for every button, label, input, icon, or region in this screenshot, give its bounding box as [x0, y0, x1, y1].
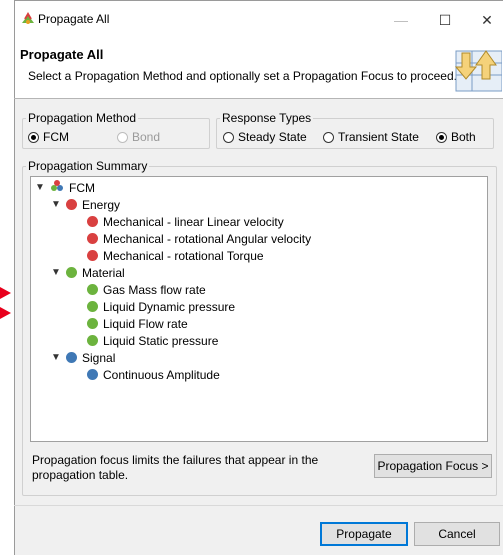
tree-node-signal[interactable]: ▼ Signal	[51, 349, 115, 366]
signal-dot-icon	[87, 369, 98, 380]
propagation-focus-button[interactable]: Propagation Focus >	[374, 454, 492, 478]
tree-item-label: Mechanical - rotational Torque	[103, 248, 264, 263]
propagate-button[interactable]: Propagate	[320, 522, 408, 546]
tree-item[interactable]: Mechanical - rotational Angular velocity	[87, 230, 311, 247]
chevron-down-icon[interactable]: ▼	[51, 267, 61, 278]
material-dot-icon	[87, 335, 98, 346]
app-logo-icon	[20, 11, 36, 30]
radio-selected-icon	[28, 131, 39, 143]
tree-item-label: Mechanical - linear Linear velocity	[103, 214, 284, 229]
tree-item-label: Liquid Static pressure	[103, 333, 219, 348]
method-bond-radio[interactable]: Bond	[117, 130, 160, 144]
response-both-radio[interactable]: Both	[436, 130, 476, 144]
tree-item[interactable]: Mechanical - linear Linear velocity	[87, 213, 284, 230]
response-steady-label: Steady State	[238, 130, 307, 144]
energy-dot-icon	[87, 233, 98, 244]
energy-dot-icon	[87, 250, 98, 261]
annotation-arrow	[0, 287, 11, 299]
method-bond-label: Bond	[132, 130, 161, 144]
cancel-button[interactable]: Cancel	[414, 522, 500, 546]
chevron-down-icon[interactable]: ▼	[35, 182, 45, 193]
focus-note-line: propagation table.	[32, 468, 129, 482]
tree-item-label: Liquid Flow rate	[103, 316, 188, 331]
tree-node-root[interactable]: ▼ FCM	[35, 179, 95, 196]
tree-group-label: Energy	[82, 197, 121, 212]
fcm-node-icon	[50, 180, 64, 195]
tree-node-material[interactable]: ▼ Material	[51, 264, 125, 281]
response-both-label: Both	[451, 130, 476, 144]
tree-item-label: Mechanical - rotational Angular velocity	[103, 231, 312, 246]
tree-item-label: Gas Mass flow rate	[103, 282, 206, 297]
response-types-legend: Response Types	[220, 111, 314, 125]
header-title: Propagate All	[20, 47, 104, 62]
tree-item-label: Liquid Dynamic pressure	[103, 299, 236, 314]
radio-unselected-icon	[117, 131, 128, 143]
propagation-summary-legend: Propagation Summary	[26, 159, 150, 173]
signal-dot-icon	[66, 352, 77, 363]
tree-item[interactable]: Gas Mass flow rate	[87, 281, 206, 298]
tree-item[interactable]: Liquid Static pressure	[87, 332, 218, 349]
radio-selected-icon	[436, 131, 447, 143]
tree-node-energy[interactable]: ▼ Energy	[51, 196, 120, 213]
tree-group-label: Material	[82, 265, 125, 280]
propagation-method-legend: Propagation Method	[26, 111, 139, 125]
method-fcm-label: FCM	[43, 130, 69, 144]
response-transient-radio[interactable]: Transient State	[323, 130, 419, 144]
material-dot-icon	[87, 318, 98, 329]
summary-tree[interactable]: ▼ FCM ▼ Energy Mechanical - linear Linea…	[30, 176, 488, 442]
tree-item[interactable]: Liquid Dynamic pressure	[87, 298, 235, 315]
material-dot-icon	[87, 301, 98, 312]
focus-note: Propagation focus limits the failures th…	[32, 453, 318, 483]
tree-item[interactable]: Continuous Amplitude	[87, 366, 220, 383]
propagate-banner-icon	[452, 43, 503, 96]
maximize-button[interactable]: ☐	[430, 8, 460, 32]
material-dot-icon	[66, 267, 77, 278]
chevron-down-icon[interactable]: ▼	[51, 199, 61, 210]
response-steady-radio[interactable]: Steady State	[223, 130, 307, 144]
chevron-down-icon[interactable]: ▼	[51, 352, 61, 363]
tree-root-label: FCM	[69, 180, 95, 195]
tree-item[interactable]: Mechanical - rotational Torque	[87, 247, 264, 264]
tree-group-label: Signal	[82, 350, 116, 365]
close-button[interactable]: ✕	[472, 8, 502, 32]
material-dot-icon	[87, 284, 98, 295]
header-description: Select a Propagation Method and optional…	[28, 69, 457, 83]
radio-unselected-icon	[323, 131, 334, 143]
tree-item[interactable]: Liquid Flow rate	[87, 315, 188, 332]
focus-note-line: Propagation focus limits the failures th…	[32, 453, 319, 467]
response-transient-label: Transient State	[338, 130, 419, 144]
energy-dot-icon	[87, 216, 98, 227]
energy-dot-icon	[66, 199, 77, 210]
method-fcm-radio[interactable]: FCM	[28, 130, 69, 144]
footer-separator	[14, 505, 503, 506]
window-title: Propagate All	[38, 12, 110, 26]
annotation-arrow	[0, 307, 11, 319]
radio-unselected-icon	[223, 131, 234, 143]
minimize-button[interactable]: —	[386, 8, 416, 32]
tree-item-label: Continuous Amplitude	[103, 367, 220, 382]
